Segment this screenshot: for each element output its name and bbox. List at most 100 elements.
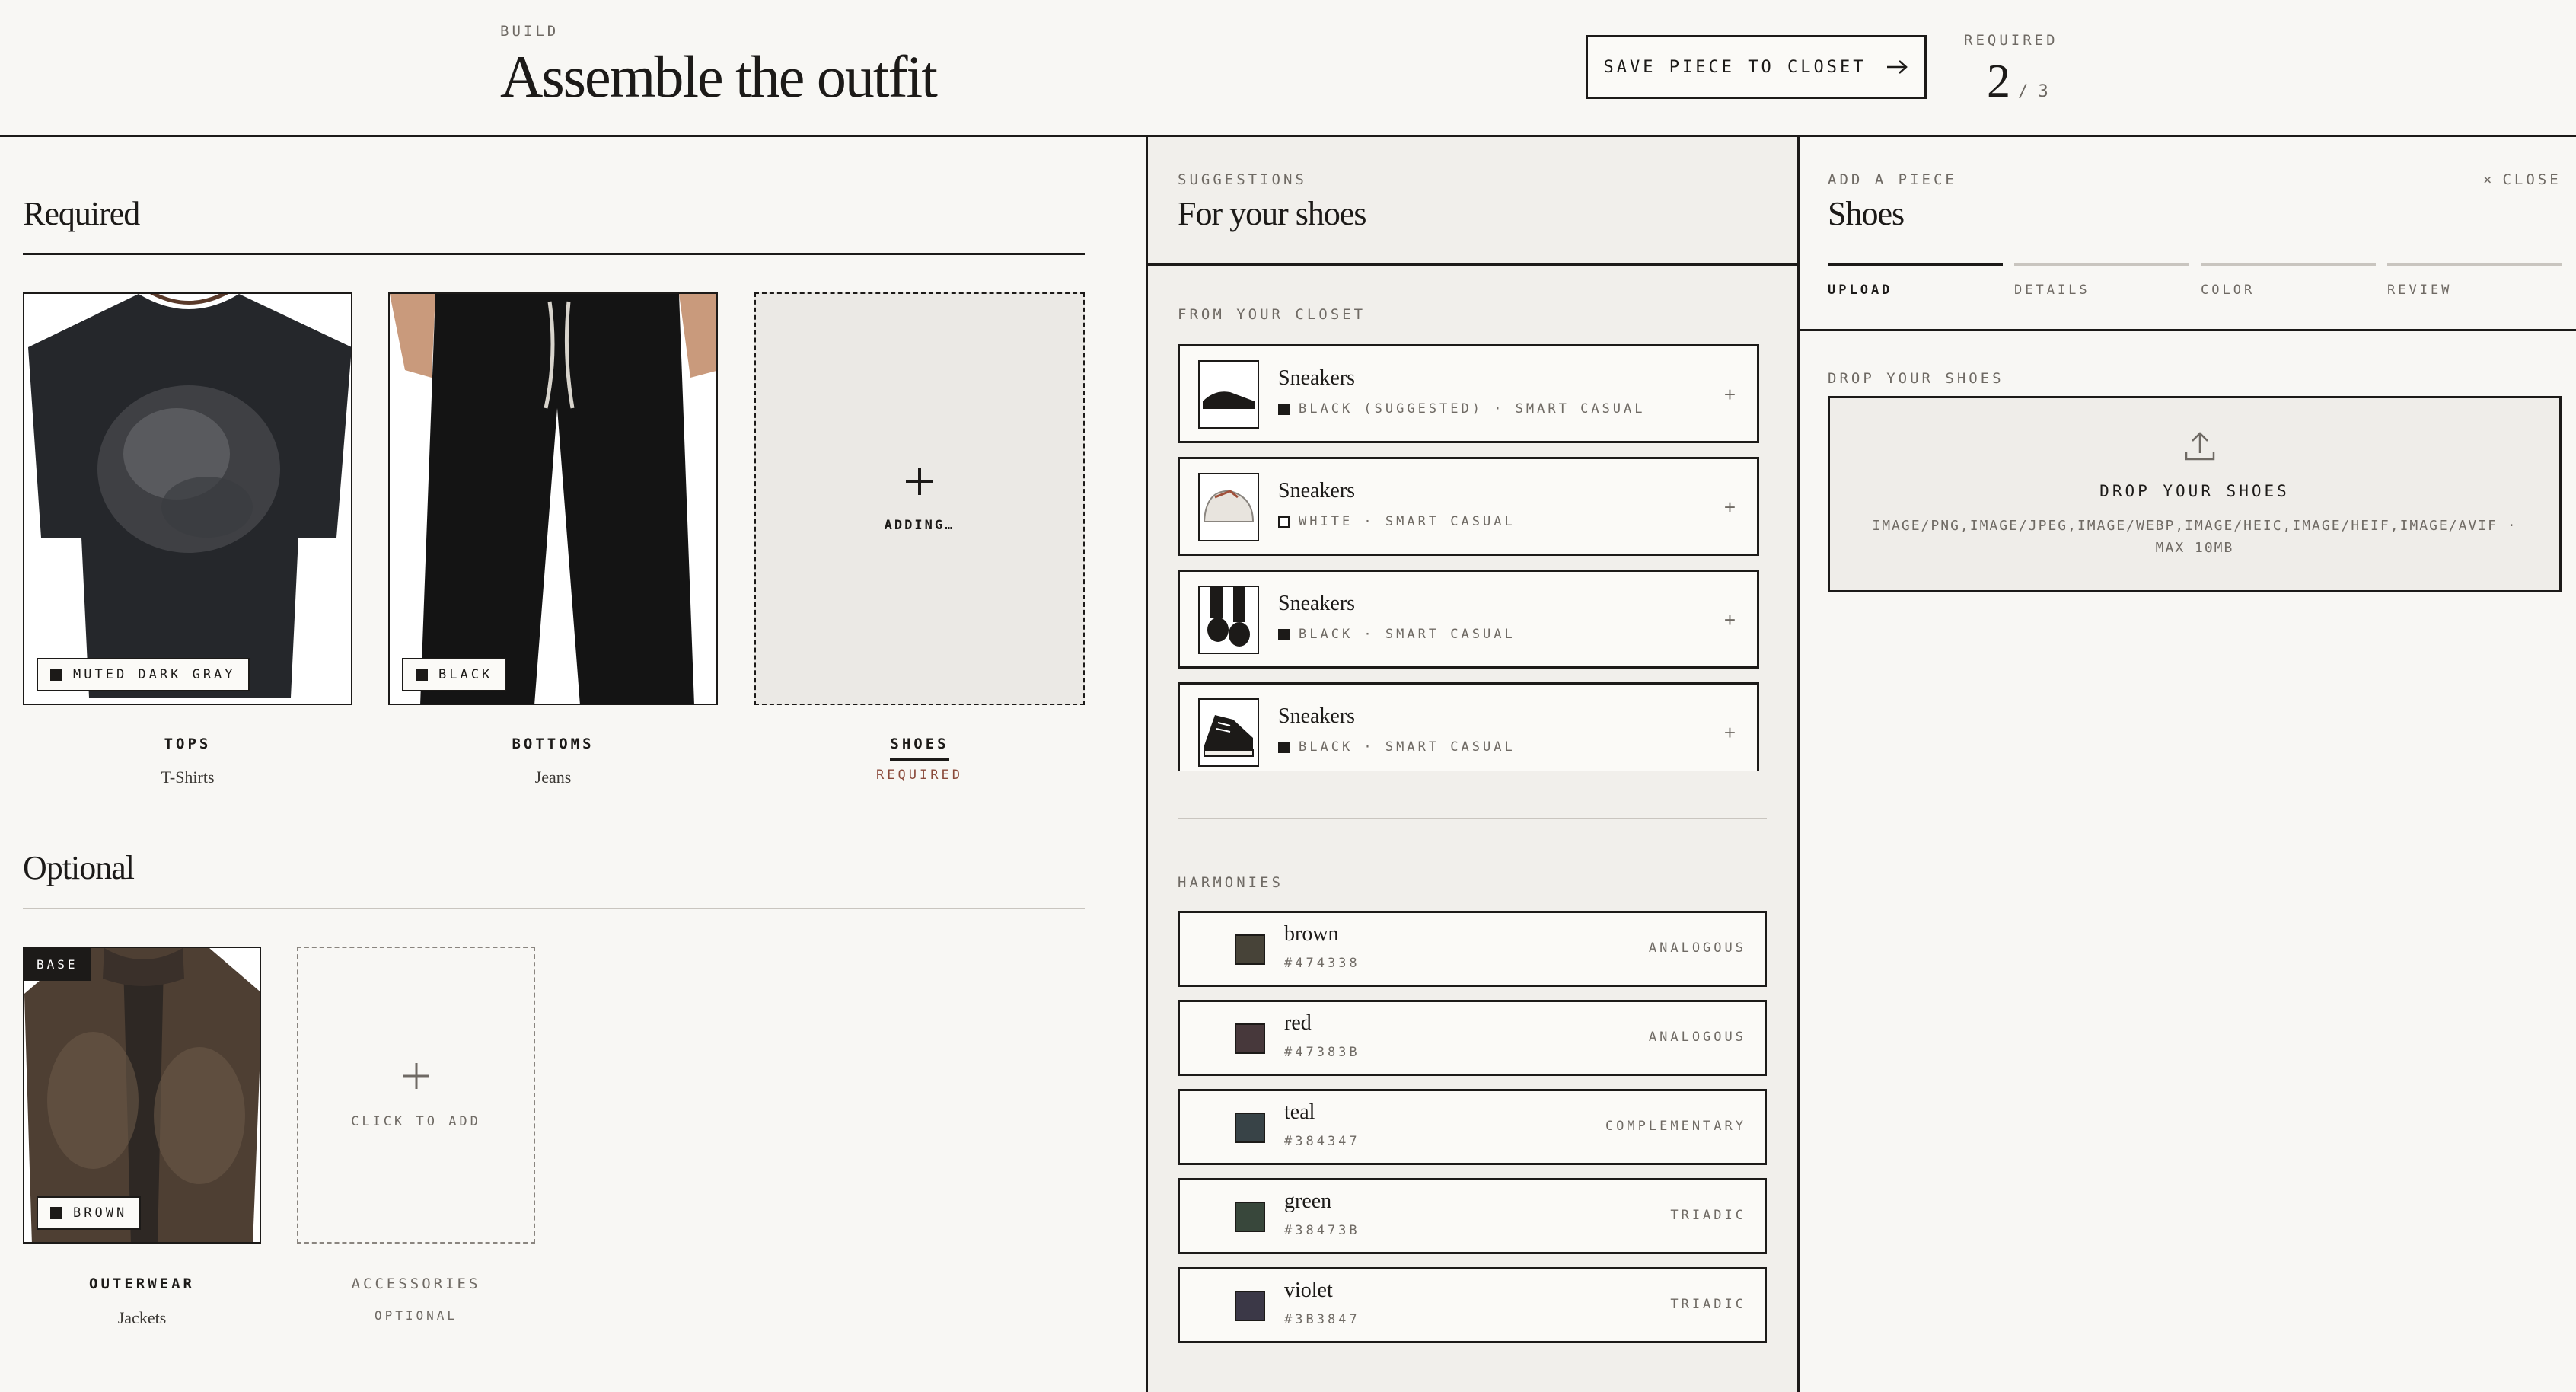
suggestion-item[interactable]: Sneakers BLACK (SUGGESTED) · SMART CASUA… <box>1178 344 1759 443</box>
suggestion-name: Sneakers <box>1278 479 1356 503</box>
save-piece-button[interactable]: SAVE PIECE TO CLOSET <box>1586 35 1927 99</box>
outerwear-color-label: BROWN <box>73 1205 128 1221</box>
plus-icon <box>906 468 933 495</box>
bottoms-category: BOTTOMS <box>512 736 595 752</box>
tab-indicator <box>2201 263 2376 266</box>
shoes-required-label: REQUIRED <box>876 768 963 783</box>
outerwear-card[interactable]: BASE BROWN <box>23 947 261 1244</box>
suggestion-item[interactable]: Sneakers BLACK · SMART CASUAL + <box>1178 682 1759 771</box>
shoes-adding-label: ADDING… <box>884 518 955 533</box>
required-divider <box>23 253 1085 255</box>
close-label: CLOSE <box>2502 171 2562 188</box>
drop-zone-title: DROP YOUR SHOES <box>2099 482 2290 500</box>
harmony-name: green <box>1284 1189 1332 1213</box>
tab-details[interactable]: DETAILS <box>2014 263 2189 298</box>
harmony-hex: #3B3847 <box>1284 1312 1360 1327</box>
accessories-optional-label: OPTIONAL <box>374 1308 458 1323</box>
harmony-item[interactable]: green #38473B TRIADIC <box>1178 1178 1767 1254</box>
required-section-title: Required <box>23 195 140 232</box>
harmony-type: ANALOGOUS <box>1648 1030 1746 1045</box>
color-swatch <box>50 669 62 681</box>
harmony-color-chip <box>1235 1291 1265 1321</box>
tab-color[interactable]: COLOR <box>2201 263 2376 298</box>
required-count: 2 <box>1987 56 2010 107</box>
sneaker-thumb <box>1198 360 1259 429</box>
close-button[interactable]: × CLOSE <box>2483 171 2562 188</box>
sneaker-thumb <box>1198 698 1259 767</box>
suggestions-title: For your shoes <box>1178 195 1367 232</box>
suggestions-header-divider <box>1146 263 1797 266</box>
shoes-slot[interactable]: ADDING… <box>754 292 1085 705</box>
suggestion-meta-text: BLACK · SMART CASUAL <box>1299 739 1516 755</box>
harmony-item[interactable]: red #47383B ANALOGOUS <box>1178 1000 1767 1076</box>
color-swatch <box>416 669 428 681</box>
jeans-image <box>390 294 716 704</box>
outerwear-subcategory: Jackets <box>117 1308 167 1327</box>
bottoms-subcategory: Jeans <box>534 768 572 787</box>
bottoms-color-tag: BLACK <box>402 658 507 691</box>
sneaker-thumb <box>1198 473 1259 541</box>
drop-zone-types: IMAGE/PNG,IMAGE/JPEG,IMAGE/WEBP,IMAGE/HE… <box>1872 518 2517 534</box>
tops-category: TOPS <box>164 736 212 752</box>
bottoms-card[interactable]: BLACK <box>388 292 718 705</box>
harmony-type: TRIADIC <box>1670 1208 1746 1223</box>
tops-card[interactable]: MUTED DARK GRAY <box>23 292 352 705</box>
drop-zone-max: MAX 10MB <box>2155 540 2234 556</box>
suggestion-item[interactable]: Sneakers BLACK · SMART CASUAL + <box>1178 570 1759 669</box>
suggestion-meta: WHITE · SMART CASUAL <box>1278 514 1516 529</box>
color-swatch <box>50 1207 62 1219</box>
color-swatch <box>1278 628 1290 640</box>
suggestion-meta: BLACK · SMART CASUAL <box>1278 627 1516 642</box>
tab-upload[interactable]: UPLOAD <box>1828 263 2003 298</box>
arrow-right-icon <box>1887 60 1908 74</box>
add-suggestion-icon[interactable]: + <box>1724 721 1736 745</box>
suggestion-meta: BLACK (SUGGESTED) · SMART CASUAL <box>1278 401 1646 417</box>
harmony-name: teal <box>1284 1100 1315 1124</box>
shoe-drop-zone[interactable]: DROP YOUR SHOES IMAGE/PNG,IMAGE/JPEG,IMA… <box>1828 396 2562 592</box>
accessories-category: ACCESSORIES <box>351 1275 481 1292</box>
drop-zone-label: DROP YOUR SHOES <box>1828 370 2004 387</box>
tabs-divider <box>1797 329 2576 331</box>
tab-label: COLOR <box>2201 283 2256 298</box>
add-piece-panel <box>1797 137 2576 1392</box>
suggestion-name: Sneakers <box>1278 366 1356 390</box>
harmony-color-chip <box>1235 934 1265 965</box>
optional-section-title: Optional <box>23 849 135 886</box>
tops-color-tag: MUTED DARK GRAY <box>37 658 250 691</box>
harmony-type: COMPLEMENTARY <box>1605 1119 1746 1134</box>
tops-color-label: MUTED DARK GRAY <box>73 667 236 682</box>
plus-icon <box>403 1063 429 1089</box>
harmony-item[interactable]: brown #474338 ANALOGOUS <box>1178 911 1767 987</box>
harmonies-divider <box>1178 818 1767 819</box>
save-piece-label: SAVE PIECE TO CLOSET <box>1603 57 1867 77</box>
tab-indicator <box>1828 263 2003 266</box>
tab-indicator <box>2014 263 2189 266</box>
accessories-slot[interactable]: CLICK TO ADD <box>297 947 535 1244</box>
bottoms-color-label: BLACK <box>438 667 493 682</box>
optional-divider <box>23 908 1085 909</box>
suggestion-meta: BLACK · SMART CASUAL <box>1278 739 1516 755</box>
shoes-category: SHOES <box>890 736 949 761</box>
color-swatch <box>1278 741 1290 753</box>
harmonies-label: HARMONIES <box>1178 874 1283 891</box>
harmony-item[interactable]: teal #384347 COMPLEMENTARY <box>1178 1089 1767 1165</box>
tab-label: DETAILS <box>2014 283 2090 298</box>
suggestion-meta-text: BLACK (SUGGESTED) · SMART CASUAL <box>1299 401 1646 417</box>
tab-indicator <box>2387 263 2562 266</box>
harmony-name: brown <box>1284 922 1339 946</box>
harmony-hex: #474338 <box>1284 956 1360 971</box>
tab-review[interactable]: REVIEW <box>2387 263 2562 298</box>
suggestions-eyebrow: SUGGESTIONS <box>1178 171 1307 188</box>
harmony-item[interactable]: violet #3B3847 TRIADIC <box>1178 1267 1767 1343</box>
suggestion-name: Sneakers <box>1278 592 1356 615</box>
base-badge: BASE <box>24 948 91 981</box>
suggestion-name: Sneakers <box>1278 704 1356 728</box>
harmony-color-chip <box>1235 1113 1265 1143</box>
add-suggestion-icon[interactable]: + <box>1724 496 1736 519</box>
add-suggestion-icon[interactable]: + <box>1724 608 1736 632</box>
add-suggestion-icon[interactable]: + <box>1724 383 1736 407</box>
color-swatch <box>1278 403 1290 415</box>
suggestion-item[interactable]: Sneakers WHITE · SMART CASUAL + <box>1178 457 1759 556</box>
harmony-color-chip <box>1235 1023 1265 1054</box>
top-header <box>0 0 2576 137</box>
